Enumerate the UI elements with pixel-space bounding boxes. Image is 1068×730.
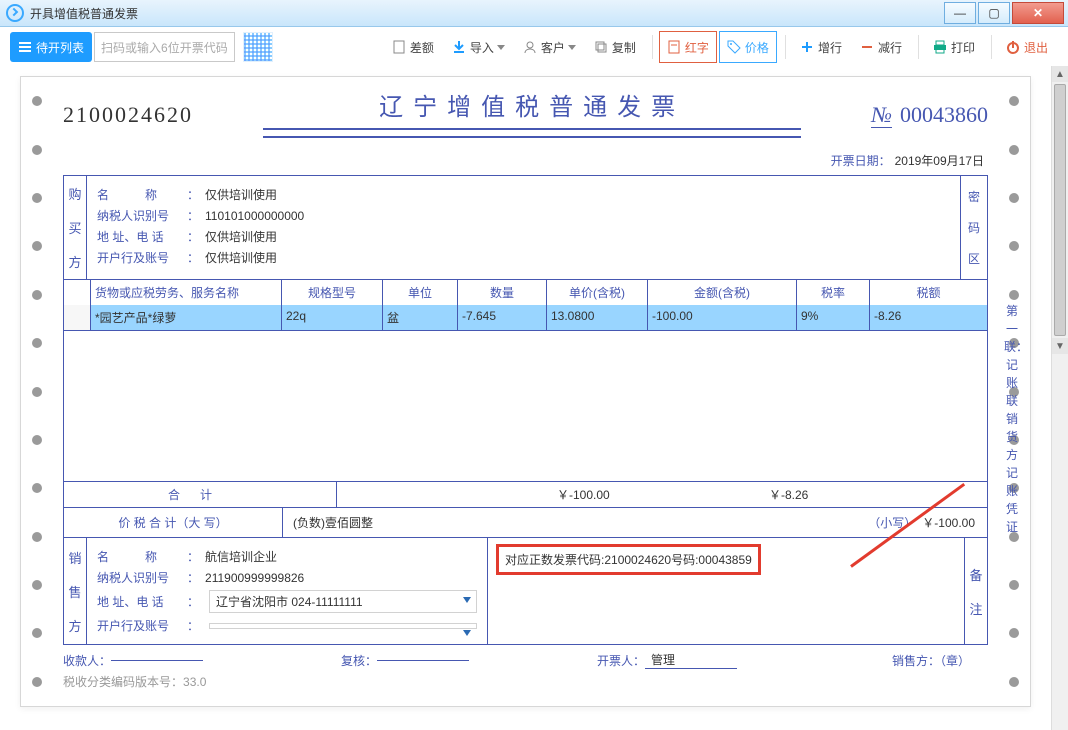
cipher-tab: 密 码 区 xyxy=(960,176,987,279)
buyer-taxid[interactable]: 110101000000000 xyxy=(205,209,304,223)
buyer-box: 购 买 方 名 称：仅供培训使用 纳税人识别号：110101000000000 … xyxy=(63,175,988,280)
sum-row: 合计 ￥-100.00 ￥-8.26 xyxy=(64,481,987,507)
remark-redbox: 对应正数发票代码:2100024620号码:00043859 xyxy=(496,544,761,575)
perforation-left xyxy=(27,77,47,706)
red-icon xyxy=(667,40,681,54)
print-button[interactable]: 打印 xyxy=(925,32,983,62)
minimize-button[interactable]: — xyxy=(944,2,976,24)
del-row-button[interactable]: 减行 xyxy=(852,32,910,62)
buyer-name[interactable]: 仅供培训使用 xyxy=(205,186,277,203)
issue-date-value: 2019年09月17日 xyxy=(895,152,984,169)
window-title: 开具增值税普通发票 xyxy=(30,5,138,22)
review-field[interactable] xyxy=(377,660,469,661)
sum-amount: ￥-100.00 xyxy=(549,482,761,507)
minus-icon xyxy=(860,40,874,54)
seller-tab: 销 售 方 xyxy=(64,538,87,644)
total-row: 价 税 合 计（大 写） (负数)壹佰圆整 （小写） ￥-100.00 xyxy=(63,508,988,538)
vertical-scrollbar[interactable]: ▲ ▼ xyxy=(1051,66,1068,730)
invoice-sheet: 第一联：记账联 销货方记账凭证 2100024620 辽宁增值税普通发票 №00… xyxy=(20,76,1031,707)
toolbar: 待开列表 扫码或输入6位开票代码 差额 导入 客户 复制 xyxy=(0,27,1068,68)
seller-taxid: 211900999999826 xyxy=(205,571,304,585)
items-header: 货物或应税劳务、服务名称 规格型号 单位 数量 单价(含税) 金额(含税) 税率… xyxy=(64,280,987,305)
scroll-thumb[interactable] xyxy=(1054,84,1066,336)
app-icon xyxy=(6,4,24,22)
pending-list-button[interactable]: 待开列表 xyxy=(10,32,92,62)
invoice-number: №00043860 xyxy=(871,102,988,128)
sum-tax: ￥-8.26 xyxy=(761,482,987,507)
seller-address-select[interactable]: 辽宁省沈阳市 024-11111111 xyxy=(209,590,477,613)
exit-button[interactable]: 退出 xyxy=(998,32,1056,62)
buyer-tab: 购 买 方 xyxy=(64,176,87,279)
import-button[interactable]: 导入 xyxy=(444,32,513,62)
print-icon xyxy=(933,40,947,54)
buyer-bank[interactable]: 仅供培训使用 xyxy=(205,249,277,266)
doc-icon xyxy=(392,40,406,54)
payee-field[interactable] xyxy=(111,660,203,661)
power-icon xyxy=(1006,40,1020,54)
buyer-address[interactable]: 仅供培训使用 xyxy=(205,228,277,245)
close-button[interactable]: ✕ xyxy=(1012,2,1064,24)
footer-row: 收款人： 复核： 开票人：管理 销售方：（章） xyxy=(63,651,988,669)
seller-bank-select[interactable] xyxy=(209,623,477,629)
canvas: 第一联：记账联 销货方记账凭证 2100024620 辽宁增值税普通发票 №00… xyxy=(0,66,1051,730)
qr-icon[interactable] xyxy=(243,32,273,62)
plus-icon xyxy=(800,40,814,54)
invoice-code: 2100024620 xyxy=(63,102,193,128)
seller-name: 航信培训企业 xyxy=(205,548,277,565)
items-blank-area[interactable] xyxy=(64,330,987,481)
price-button[interactable]: 价格 xyxy=(719,31,777,63)
add-row-button[interactable]: 增行 xyxy=(792,32,850,62)
item-row[interactable]: *园艺产品*绿萝 22q 盆 -7.645 13.0800 -100.00 9%… xyxy=(64,305,987,330)
issue-date-label: 开票日期： xyxy=(831,152,891,169)
scroll-up-button[interactable]: ▲ xyxy=(1052,66,1068,82)
list-icon xyxy=(18,40,32,54)
search-input[interactable]: 扫码或输入6位开票代码 xyxy=(94,32,235,62)
version-label: 税收分类编码版本号：33.0 xyxy=(63,673,988,690)
customer-button[interactable]: 客户 xyxy=(515,32,584,62)
copy-icon xyxy=(594,40,608,54)
copy-button[interactable]: 复制 xyxy=(586,32,644,62)
invoice-title: 辽宁增值税普通发票 xyxy=(223,93,841,124)
items-table: 货物或应税劳务、服务名称 规格型号 单位 数量 单价(含税) 金额(含税) 税率… xyxy=(63,280,988,508)
tag-icon xyxy=(727,40,741,54)
total-value: ￥-100.00 xyxy=(922,514,987,531)
maximize-button[interactable]: ▢ xyxy=(978,2,1010,24)
diff-button[interactable]: 差额 xyxy=(384,32,442,62)
user-icon xyxy=(523,40,537,54)
remark-tab: 备 注 xyxy=(964,538,987,644)
seller-box: 销 售 方 名 称：航信培训企业 纳税人识别号：211900999999826 … xyxy=(63,538,988,645)
total-cn: (负数)壹佰圆整 xyxy=(283,514,862,531)
titlebar: 开具增值税普通发票 — ▢ ✕ xyxy=(0,0,1068,27)
red-invoice-button[interactable]: 红字 xyxy=(659,31,717,63)
ledger-side-label: 第一联：记账联 销货方记账凭证 xyxy=(1004,302,1020,536)
issuer-field[interactable]: 管理 xyxy=(645,651,737,669)
scroll-down-button[interactable]: ▼ xyxy=(1052,338,1068,354)
import-icon xyxy=(452,40,466,54)
